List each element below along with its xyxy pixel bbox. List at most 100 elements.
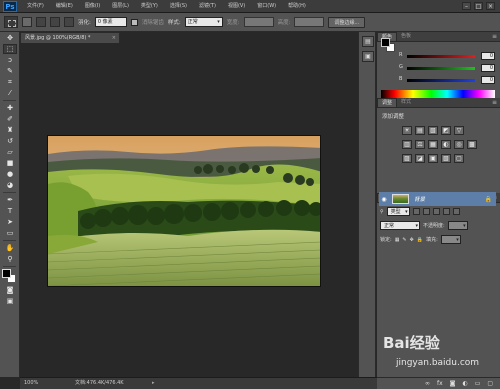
new-selection-button[interactable] [22, 17, 32, 27]
menu-filter[interactable]: 滤镜(T) [193, 0, 222, 13]
panel-menu-icon[interactable]: ≡ [492, 99, 497, 106]
color-lookup-icon[interactable]: ▩ [467, 140, 477, 149]
menu-edit[interactable]: 编辑(E) [50, 0, 79, 13]
filter-smart-icon[interactable] [452, 208, 460, 215]
fill-input[interactable] [440, 235, 461, 244]
black-white-icon[interactable]: ▦ [428, 140, 438, 149]
menu-help[interactable]: 帮助(H) [282, 0, 312, 13]
menu-file[interactable]: 文件(F) [21, 0, 50, 13]
dodge-tool-icon[interactable]: ◕ [3, 180, 17, 190]
path-select-icon[interactable]: ➤ [3, 217, 17, 227]
green-value-input[interactable]: 0 [481, 64, 495, 72]
blue-value-input[interactable]: 0 [481, 76, 495, 84]
pen-tool-icon[interactable]: ✒ [3, 195, 17, 205]
hand-tool-icon[interactable]: ✋ [3, 243, 17, 253]
history-panel-icon[interactable]: ▤ [362, 36, 374, 47]
invert-icon[interactable]: ▨ [402, 154, 412, 163]
color-balance-icon[interactable]: ⚖ [415, 140, 425, 149]
filter-adjust-icon[interactable] [422, 208, 430, 215]
type-tool-icon[interactable]: T [3, 206, 17, 216]
eraser-tool-icon[interactable]: ▱ [3, 147, 17, 157]
add-selection-button[interactable] [36, 17, 46, 27]
refine-edge-button[interactable]: 调整边缘... [328, 16, 366, 28]
crop-tool-icon[interactable]: ⌗ [3, 77, 17, 87]
red-value-input[interactable]: 0 [481, 52, 495, 60]
healing-brush-icon[interactable]: ✚ [3, 103, 17, 113]
new-group-icon[interactable]: ▭ [475, 380, 481, 387]
add-mask-icon[interactable]: ◙ [450, 380, 456, 387]
document-image[interactable] [47, 135, 321, 287]
filter-shape-icon[interactable] [442, 208, 450, 215]
panel-foreground-swatch[interactable] [381, 38, 390, 47]
move-tool-icon[interactable]: ✥ [3, 33, 17, 43]
antialias-checkbox[interactable] [130, 18, 138, 26]
selective-color-icon[interactable]: ▢ [454, 154, 464, 163]
layer-style-icon[interactable]: fx [437, 380, 443, 387]
quick-select-tool-icon[interactable]: ✎ [3, 66, 17, 76]
color-spectrum-bar[interactable] [381, 90, 495, 98]
blur-tool-icon[interactable]: ● [3, 169, 17, 179]
status-menu-arrow-icon[interactable]: ▸ [152, 378, 155, 389]
lasso-tool-icon[interactable]: ↄ [3, 55, 17, 65]
feather-input[interactable]: 0 像素 [94, 17, 127, 27]
minimize-icon[interactable]: – [462, 2, 471, 10]
foreground-color-swatch[interactable] [2, 269, 11, 278]
menu-window[interactable]: 窗口(W) [251, 0, 282, 13]
green-slider[interactable] [407, 67, 475, 70]
width-input[interactable] [243, 17, 274, 27]
color-swatches[interactable] [2, 269, 18, 283]
shape-tool-icon[interactable]: ▭ [3, 228, 17, 238]
menu-layer[interactable]: 图层(L) [106, 0, 135, 13]
panel-color-swatches[interactable] [381, 38, 395, 52]
screen-mode-icon[interactable]: ▣ [3, 296, 17, 306]
gradient-tool-icon[interactable]: ■ [3, 158, 17, 168]
filter-type-icon[interactable] [432, 208, 440, 215]
brush-tool-icon[interactable]: ✐ [3, 114, 17, 124]
tab-swatches[interactable]: 色板 [397, 32, 415, 41]
eyedropper-tool-icon[interactable]: ⁄ [3, 88, 17, 98]
panel-menu-icon[interactable]: ≡ [492, 33, 497, 40]
tab-styles[interactable]: 样式 [397, 98, 415, 107]
menu-type[interactable]: 类型(Y) [135, 0, 164, 13]
marquee-tool-icon[interactable]: ⬚ [3, 44, 17, 54]
red-slider[interactable] [407, 55, 475, 58]
lock-pixels-icon[interactable]: ✎ [402, 237, 406, 243]
levels-icon[interactable]: ▤ [415, 126, 425, 135]
posterize-icon[interactable]: ◪ [415, 154, 425, 163]
threshold-icon[interactable]: ▣ [428, 154, 438, 163]
subtract-selection-button[interactable] [50, 17, 60, 27]
vibrance-icon[interactable]: ▽ [454, 126, 464, 135]
curves-icon[interactable]: ▧ [428, 126, 438, 135]
hue-saturation-icon[interactable]: ▥ [402, 140, 412, 149]
tool-preset-picker[interactable] [4, 16, 18, 28]
layer-name[interactable]: 背景 [414, 195, 425, 203]
quick-mask-icon[interactable]: ◙ [3, 285, 17, 295]
document-tab[interactable]: 风景.jpg @ 100%(RGB/8) * × [20, 32, 120, 43]
layer-background[interactable]: ◉ 背景 🔒 [379, 192, 496, 206]
channel-mixer-icon[interactable]: ◎ [454, 140, 464, 149]
blue-slider[interactable] [407, 79, 475, 82]
height-input[interactable] [294, 17, 325, 27]
intersect-selection-button[interactable] [64, 17, 74, 27]
photo-filter-icon[interactable]: ◐ [441, 140, 451, 149]
link-layers-icon[interactable]: ∞ [425, 380, 430, 387]
tab-adjustments[interactable]: 调整 [377, 98, 398, 107]
clone-stamp-icon[interactable]: ♜ [3, 125, 17, 135]
opacity-input[interactable] [447, 221, 468, 230]
exposure-icon[interactable]: ◩ [441, 126, 451, 135]
layer-kind-select[interactable]: 类型 [386, 207, 410, 216]
menu-view[interactable]: 视图(V) [222, 0, 251, 13]
zoom-level[interactable]: 100% [24, 378, 38, 389]
style-select[interactable]: 正常 [184, 17, 223, 27]
filter-pixel-icon[interactable] [412, 208, 420, 215]
brightness-icon[interactable]: ☀ [402, 126, 412, 135]
gradient-map-icon[interactable]: ▧ [441, 154, 451, 163]
history-brush-icon[interactable]: ↺ [3, 136, 17, 146]
menu-select[interactable]: 选择(S) [164, 0, 193, 13]
properties-panel-icon[interactable]: ▣ [362, 51, 374, 62]
maximize-icon[interactable]: □ [474, 2, 483, 10]
menu-image[interactable]: 图像(I) [79, 0, 106, 13]
zoom-tool-icon[interactable]: ⚲ [3, 254, 17, 264]
visibility-eye-icon[interactable]: ◉ [379, 196, 389, 203]
blend-mode-select[interactable]: 正常 [380, 221, 420, 230]
